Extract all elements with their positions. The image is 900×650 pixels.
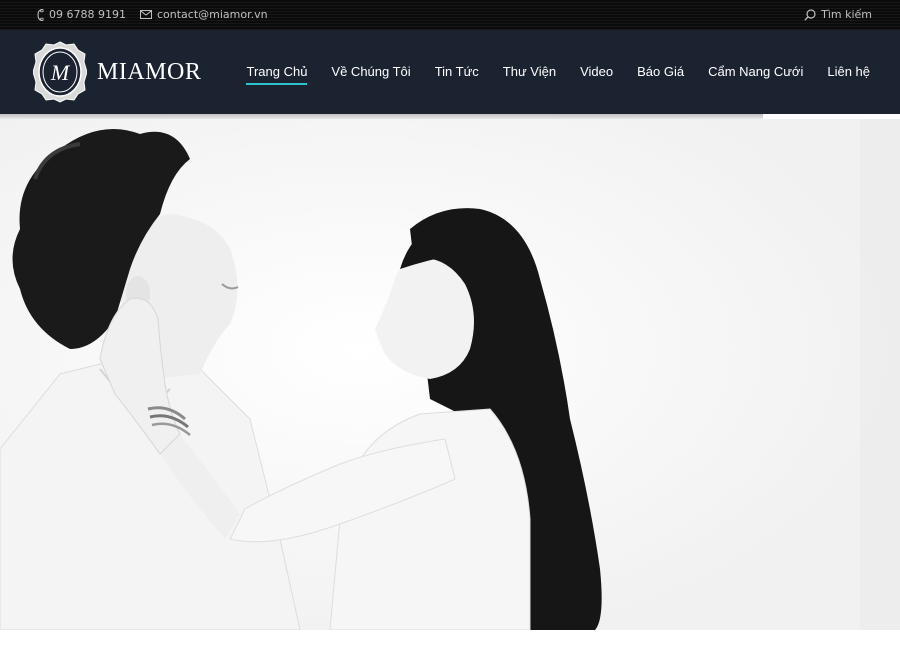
svg-text:M: M [50, 60, 71, 85]
logo-emblem-icon: M [33, 41, 87, 103]
nav-item-home[interactable]: Trang Chủ [246, 64, 307, 85]
hero-couple-image [0, 119, 900, 630]
hero-banner [0, 119, 900, 630]
nav-item-pricing[interactable]: Báo Giá [637, 64, 684, 85]
nav-item-video[interactable]: Video [580, 64, 613, 85]
nav-item-gallery[interactable]: Thư Viện [503, 64, 556, 85]
nav-item-about[interactable]: Về Chúng Tôi [331, 64, 410, 85]
search-icon [804, 8, 816, 21]
contact-info: 09 6788 9191 contact@miamor.vn [36, 8, 282, 21]
site-logo[interactable]: M MIAMOR [33, 41, 201, 103]
email-link[interactable]: contact@miamor.vn [139, 8, 268, 21]
mail-icon [139, 10, 152, 19]
nav-item-contact[interactable]: Liên hệ [827, 64, 870, 85]
nav-item-wedding-guide[interactable]: Cẩm Nang Cưới [708, 64, 803, 85]
phone-number: 09 6788 9191 [49, 8, 126, 21]
search-button[interactable]: Tìm kiếm [804, 8, 872, 21]
phone-icon [37, 8, 44, 21]
phone-link[interactable]: 09 6788 9191 [36, 8, 126, 21]
search-label: Tìm kiếm [821, 8, 872, 21]
main-nav: Trang Chủ Về Chúng Tôi Tin Tức Thư Viện … [222, 64, 870, 85]
nav-item-news[interactable]: Tin Tức [435, 64, 479, 85]
top-bar: 09 6788 9191 contact@miamor.vn Tìm kiếm [0, 0, 900, 30]
main-header: M MIAMOR Trang Chủ Về Chúng Tôi Tin Tức … [0, 30, 900, 114]
brand-name: MIAMOR [97, 58, 202, 85]
email-address: contact@miamor.vn [156, 8, 268, 21]
page-bottom-strip [0, 630, 900, 650]
